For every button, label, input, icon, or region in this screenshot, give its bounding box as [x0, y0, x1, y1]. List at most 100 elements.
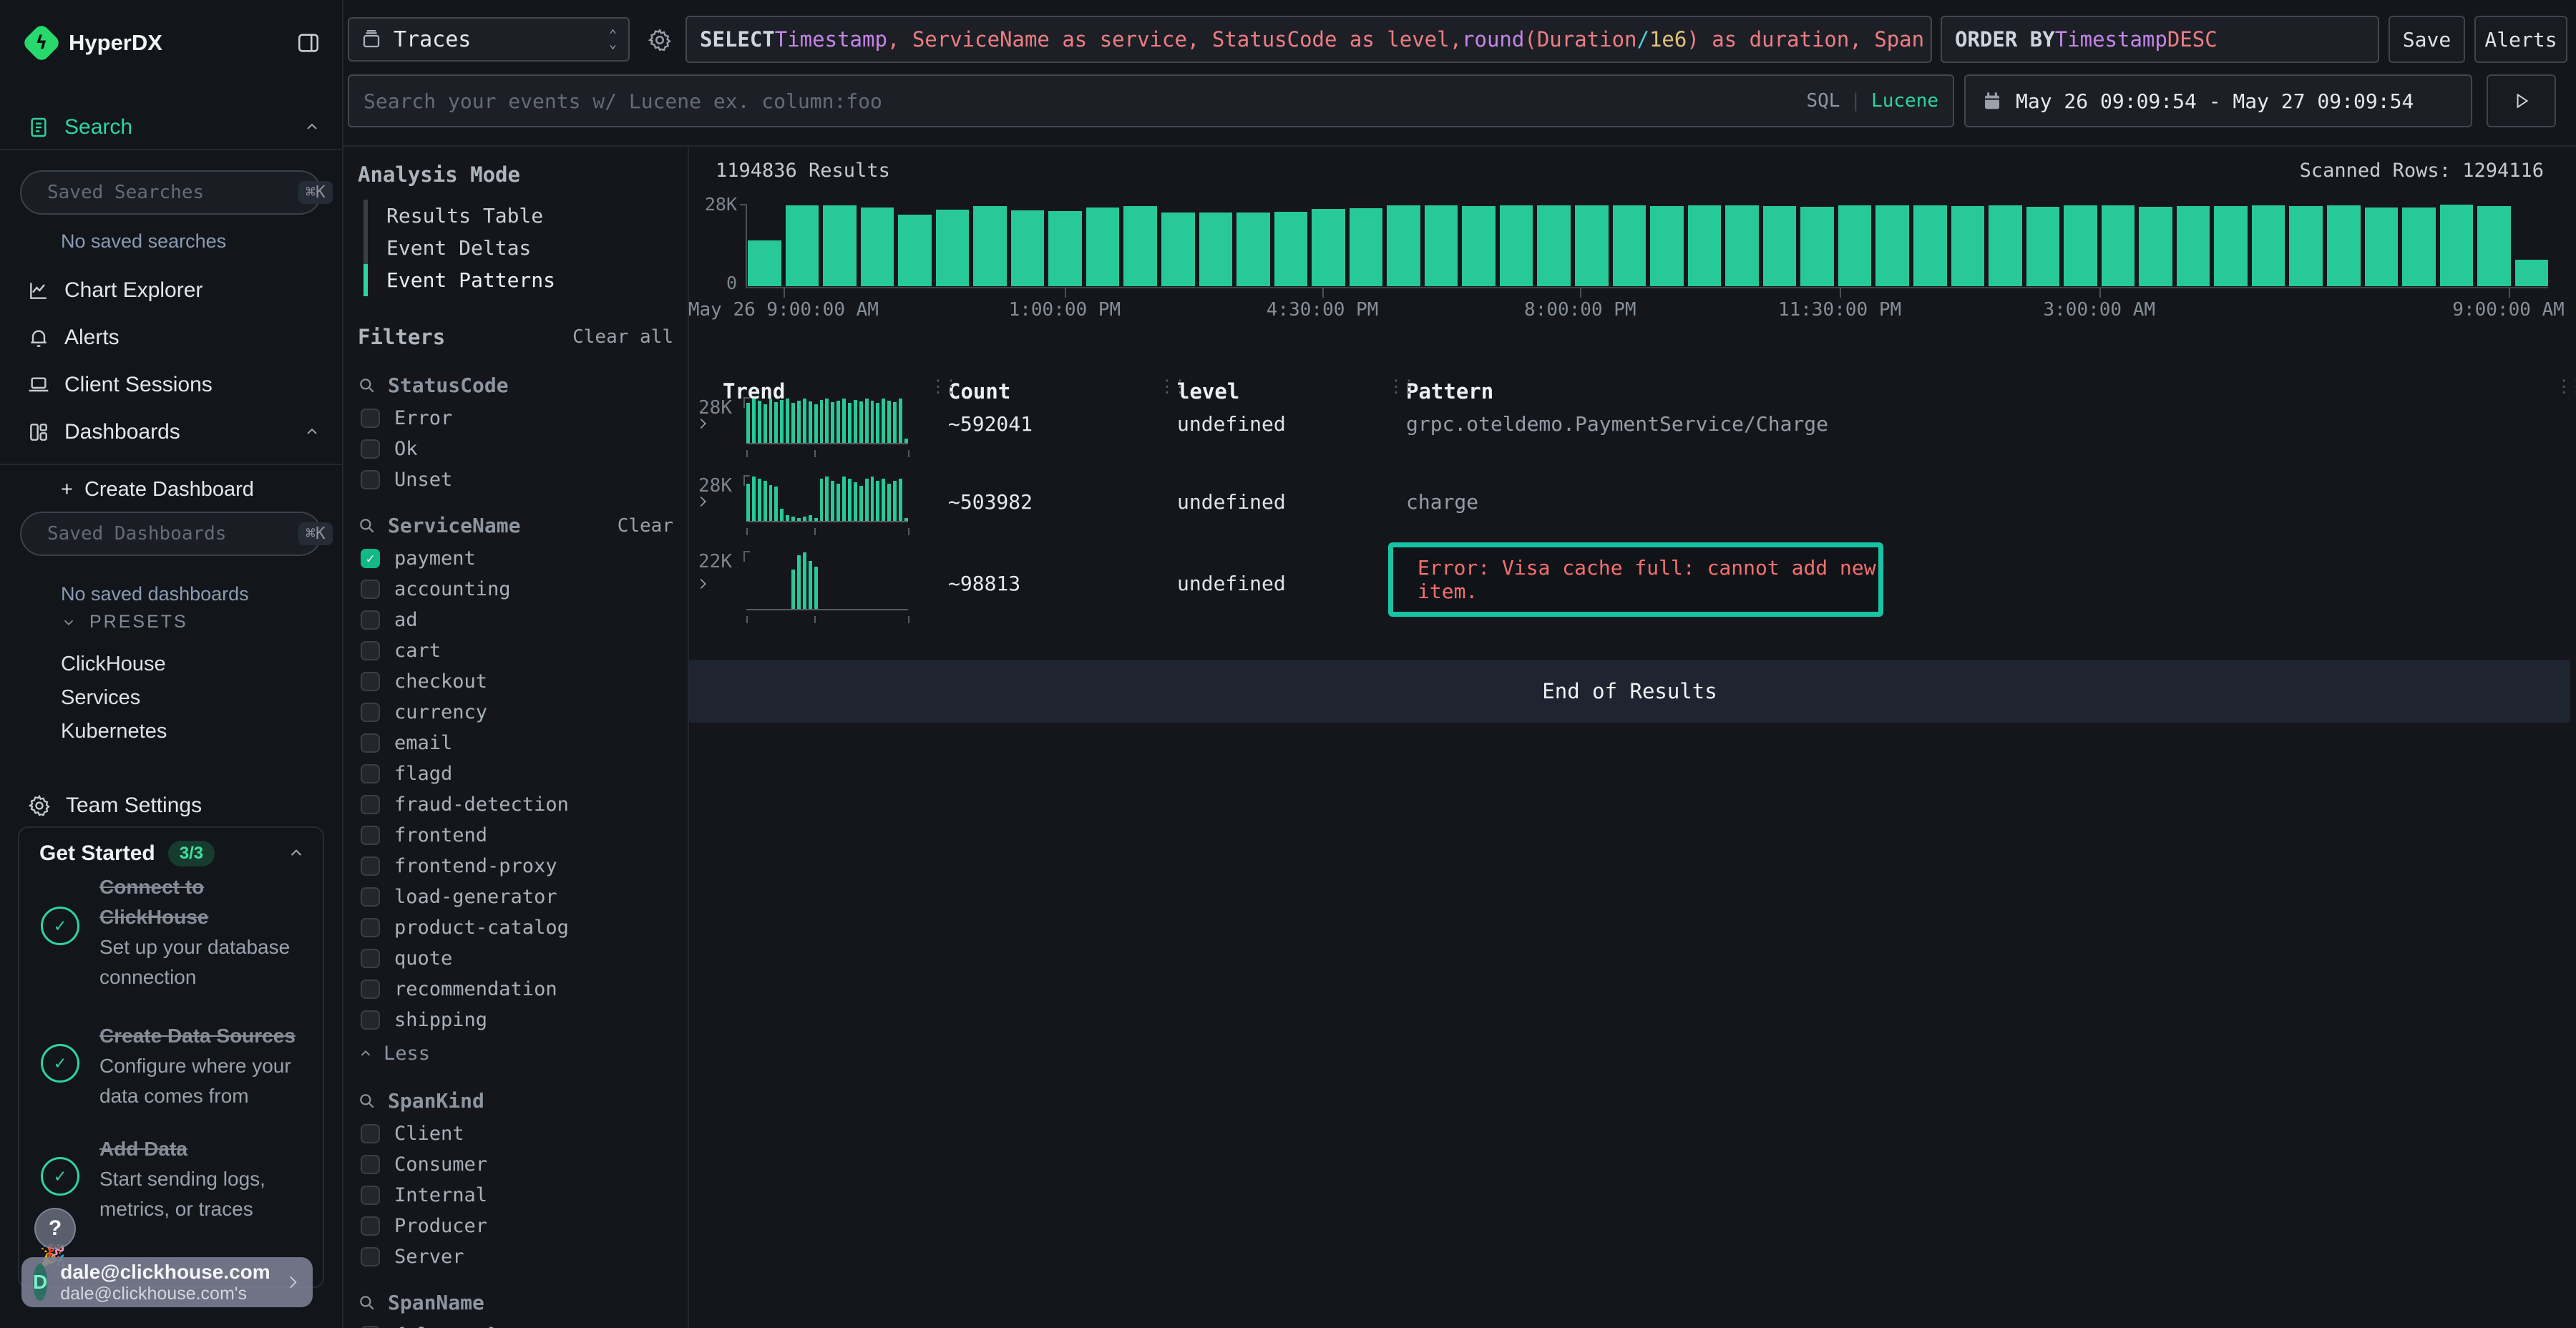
chevron-up-icon[interactable] [287, 844, 306, 863]
source-settings-gear-icon[interactable] [647, 27, 673, 53]
pattern-table-row[interactable]: 22K~98813undefinedError: Visa cache full… [689, 550, 2576, 617]
saved-searches-input[interactable] [47, 182, 288, 203]
sidebar-item-dashboards[interactable]: Dashboards [27, 414, 321, 451]
filter-checkbox-item[interactable]: Internal [358, 1186, 673, 1205]
sidebar-item-alerts[interactable]: Alerts [27, 319, 321, 356]
get-started-item[interactable]: ✓ Add Data Start sending logs, metrics, … [39, 1134, 311, 1224]
checkbox[interactable] [361, 795, 380, 814]
sidebar-collapse-icon[interactable] [296, 31, 321, 55]
mode-event-patterns[interactable]: Event Patterns [364, 264, 673, 296]
sidebar-item-chart-explorer[interactable]: Chart Explorer [27, 272, 321, 309]
filter-checkbox-item[interactable]: Error [358, 409, 673, 428]
filter-checkbox-item[interactable]: shipping [358, 1010, 673, 1030]
checkbox[interactable] [361, 703, 380, 722]
filter-checkbox-item[interactable]: Producer [358, 1216, 673, 1236]
saved-dashboards-input[interactable] [47, 523, 288, 545]
column-resize-handle[interactable]: ⋮⋮ [930, 376, 955, 396]
source-select[interactable]: Traces ⌃⌃ [348, 17, 630, 62]
lucene-search-bar[interactable]: SQL | Lucene [348, 74, 1954, 127]
sidebar-item-team-settings[interactable]: Team Settings [27, 787, 321, 824]
checkbox[interactable] [361, 409, 380, 428]
filter-checkbox-item[interactable]: accounting [358, 580, 673, 599]
highlighted-pattern-box[interactable]: Error: Visa cache full: cannot add new i… [1388, 542, 1883, 617]
filter-checkbox-item[interactable]: quote [358, 949, 673, 968]
results-histogram[interactable] [748, 204, 2548, 286]
toggle-lucene[interactable]: Lucene [1871, 90, 1938, 112]
checkbox[interactable] [361, 470, 380, 489]
filter-checkbox-item[interactable]: frontend [358, 826, 673, 845]
checkbox[interactable] [361, 918, 380, 937]
filter-checkbox-item[interactable]: checkout [358, 672, 673, 691]
filter-checkbox-item[interactable]: frontend-proxy [358, 856, 673, 876]
filter-checkbox-item[interactable]: Server [358, 1247, 673, 1266]
create-dashboard-button[interactable]: + Create Dashboard [61, 478, 254, 502]
checkbox[interactable] [361, 1124, 380, 1143]
filter-checkbox-item[interactable]: currency [358, 703, 673, 722]
search-input[interactable] [364, 89, 1795, 113]
filter-checkbox-item[interactable]: product-catalog [358, 918, 673, 937]
column-resize-handle[interactable]: ⋮⋮ [1158, 376, 1184, 396]
filter-checkbox-item[interactable]: cart [358, 641, 673, 660]
saved-searches-search[interactable]: ⌘K [20, 170, 322, 215]
checkbox[interactable] [361, 672, 380, 691]
checkbox[interactable] [361, 1186, 380, 1205]
column-resize-handle[interactable]: ⋮⋮ [2555, 376, 2576, 396]
checkbox[interactable] [361, 980, 380, 999]
user-profile-chip[interactable]: D dale@clickhouse.com dale@clickhouse.co… [21, 1257, 313, 1307]
save-button[interactable]: Save [2389, 16, 2465, 63]
filter-checkbox-item[interactable]: Unset [358, 470, 673, 489]
checkbox[interactable] [361, 439, 380, 459]
row-expand-chevron[interactable] [695, 573, 711, 595]
get-started-item[interactable]: ✓ Create Data Sources Configure where yo… [39, 1021, 311, 1111]
alerts-button[interactable]: Alerts [2474, 16, 2567, 63]
language-toggle[interactable]: SQL | Lucene [1806, 90, 1938, 112]
date-range-picker[interactable]: May 26 09:09:54 - May 27 09:09:54 [1964, 74, 2472, 127]
preset-clickhouse[interactable]: ClickHouse [61, 653, 166, 676]
chevron-up-icon[interactable] [303, 119, 321, 136]
filter-checkbox-item[interactable]: Consumer [358, 1155, 673, 1174]
checkbox[interactable] [361, 1247, 380, 1266]
mode-results-table[interactable]: Results Table [364, 200, 673, 232]
chevron-up-icon[interactable] [303, 424, 321, 441]
presets-toggle[interactable]: PRESETS [61, 612, 188, 633]
column-resize-handle[interactable]: ⋮⋮ [1387, 376, 1413, 396]
pattern-table-row[interactable]: 28K~503982undefinedcharge [689, 474, 2576, 529]
filter-checkbox-item[interactable]: email [358, 733, 673, 753]
checkbox[interactable] [361, 1010, 380, 1030]
checkbox[interactable] [361, 826, 380, 845]
toggle-sql[interactable]: SQL [1806, 90, 1840, 112]
show-less-link[interactable]: Less [358, 1043, 673, 1065]
run-query-button[interactable] [2487, 74, 2556, 127]
get-started-item[interactable]: ✓ Connect to ClickHouse Set up your data… [39, 872, 311, 992]
mode-event-deltas[interactable]: Event Deltas [364, 232, 673, 264]
preset-kubernetes[interactable]: Kubernetes [61, 720, 167, 743]
checkbox[interactable] [361, 949, 380, 968]
clear-group-link[interactable]: Clear [618, 515, 673, 537]
checkbox[interactable] [361, 764, 380, 783]
checkbox[interactable] [361, 887, 380, 907]
filter-checkbox-item[interactable]: recommendation [358, 980, 673, 999]
clear-all-link[interactable]: Clear all [572, 326, 673, 348]
checkbox[interactable] [361, 1155, 380, 1174]
checkbox[interactable]: ✓ [361, 549, 380, 568]
pattern-table-row[interactable]: 28K~592041undefinedgrpc.oteldemo.Payment… [689, 396, 2576, 451]
sidebar-item-client-sessions[interactable]: Client Sessions [27, 366, 321, 404]
filter-checkbox-item[interactable]: ✓payment [358, 549, 673, 568]
checkbox[interactable] [361, 580, 380, 599]
filter-checkbox-item[interactable]: fraud-detection [358, 795, 673, 814]
sidebar-item-search[interactable]: Search [27, 109, 321, 146]
checkbox[interactable] [361, 610, 380, 630]
filter-checkbox-item[interactable]: ad [358, 610, 673, 630]
help-button[interactable]: ? [34, 1208, 76, 1249]
checkbox[interactable] [361, 856, 380, 876]
filter-checkbox-item[interactable]: load-generator [358, 887, 673, 907]
filter-checkbox-item[interactable]: flagd [358, 764, 673, 783]
checkbox[interactable] [361, 641, 380, 660]
order-by-input[interactable]: ORDER BY Timestamp DESC [1941, 16, 2379, 63]
saved-dashboards-search[interactable]: ⌘K [20, 512, 322, 556]
sql-select-input[interactable]: SELECT Timestamp, ServiceName as service… [686, 16, 1932, 63]
checkbox[interactable] [361, 733, 380, 753]
filter-checkbox-item[interactable]: Ok [358, 439, 673, 459]
preset-services[interactable]: Services [61, 686, 140, 710]
filter-checkbox-item[interactable]: Client [358, 1124, 673, 1143]
